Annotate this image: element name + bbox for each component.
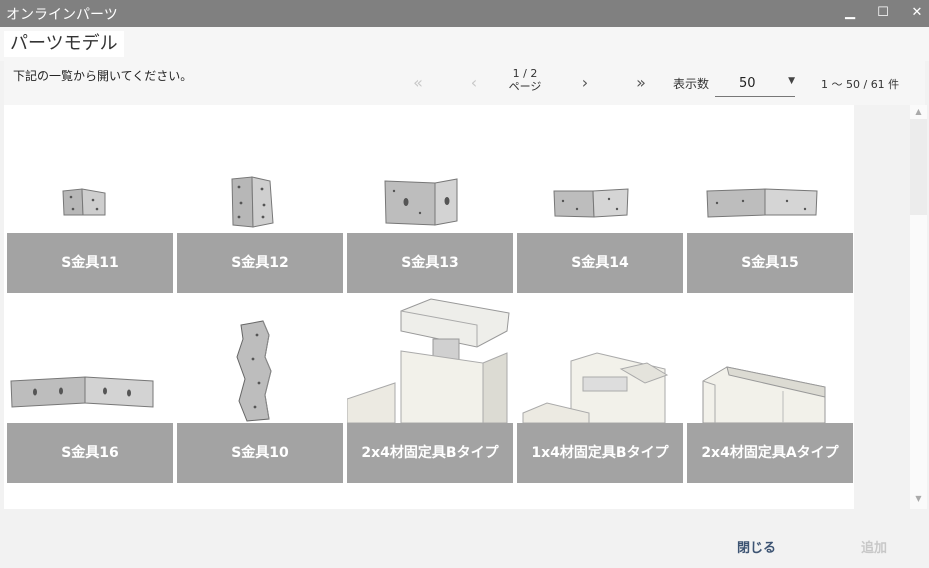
per-page-label: 表示数 (673, 77, 710, 91)
page-number: 1 / 2 (512, 67, 538, 80)
heading-bar (0, 27, 929, 61)
minimize-icon[interactable]: ▁ (840, 3, 860, 23)
page-unit: ページ (508, 80, 542, 93)
page-indicator: 1 / 2 ページ (500, 67, 550, 93)
dialog-footer (0, 509, 929, 568)
part-card[interactable]: 1x4材固定具Bタイプ (517, 295, 683, 483)
add-button[interactable]: 追加 (861, 537, 887, 556)
item-count: 1 ～ 50 / 61 件 (821, 78, 900, 91)
part-card[interactable]: S金具14 (517, 105, 683, 293)
close-button[interactable]: 閉じる (737, 537, 776, 556)
per-page-select[interactable]: 50 ▼ (715, 70, 795, 97)
part-thumbnail (522, 352, 669, 423)
part-card[interactable]: S金具11 (7, 105, 173, 293)
part-card[interactable]: S金具10 (177, 295, 343, 483)
part-card[interactable]: S金具12 (177, 105, 343, 293)
part-label: S金具11 (7, 233, 173, 293)
part-label: S金具16 (7, 423, 173, 483)
part-card[interactable]: S金具16 (7, 295, 173, 483)
part-thumbnail (236, 320, 272, 422)
next-page-icon[interactable]: › (575, 73, 595, 93)
instruction-text: 下記の一覧から開いてください。 (13, 69, 193, 83)
part-thumbnail (553, 188, 629, 218)
page-title: パーツモデル (4, 31, 124, 57)
part-card[interactable]: S金具13 (347, 105, 513, 293)
close-icon[interactable]: ✕ (907, 3, 927, 23)
parts-grid: S金具11 S金具12 S金具13 S金具14 S金具15 S金具16 S金具1… (4, 105, 854, 509)
scroll-down-icon[interactable]: ▼ (910, 494, 927, 503)
chevron-down-icon: ▼ (788, 76, 795, 86)
maximize-icon[interactable]: ☐ (873, 3, 893, 23)
window-titlebar: オンラインパーツ ▁ ☐ ✕ (0, 0, 929, 27)
part-label: 1x4材固定具Bタイプ (517, 423, 683, 483)
part-card[interactable]: 2x4材固定具Aタイプ (687, 295, 853, 483)
part-thumbnail (706, 188, 818, 218)
scroll-up-icon[interactable]: ▲ (910, 107, 927, 116)
part-label: S金具14 (517, 233, 683, 293)
scrollbar-thumb[interactable] (910, 119, 927, 215)
part-label: 2x4材固定具Aタイプ (687, 423, 853, 483)
part-thumbnail (10, 376, 154, 408)
part-label: 2x4材固定具Bタイプ (347, 423, 513, 483)
window-title: オンラインパーツ (6, 7, 118, 23)
part-card[interactable]: 2x4材固定具Bタイプ (347, 295, 513, 483)
part-label: S金具10 (177, 423, 343, 483)
part-thumbnail (702, 366, 826, 423)
vertical-scrollbar[interactable]: ▲ ▼ (910, 105, 927, 509)
part-thumbnail (231, 176, 274, 228)
part-thumbnail (347, 298, 510, 423)
part-card[interactable]: S金具15 (687, 105, 853, 293)
per-page-value: 50 (739, 76, 756, 91)
first-page-icon[interactable]: « (408, 73, 428, 93)
part-label: S金具15 (687, 233, 853, 293)
part-thumbnail (62, 188, 106, 216)
last-page-icon[interactable]: » (631, 73, 651, 93)
part-label: S金具13 (347, 233, 513, 293)
part-label: S金具12 (177, 233, 343, 293)
prev-page-icon[interactable]: ‹ (464, 73, 484, 93)
part-thumbnail (384, 178, 458, 226)
